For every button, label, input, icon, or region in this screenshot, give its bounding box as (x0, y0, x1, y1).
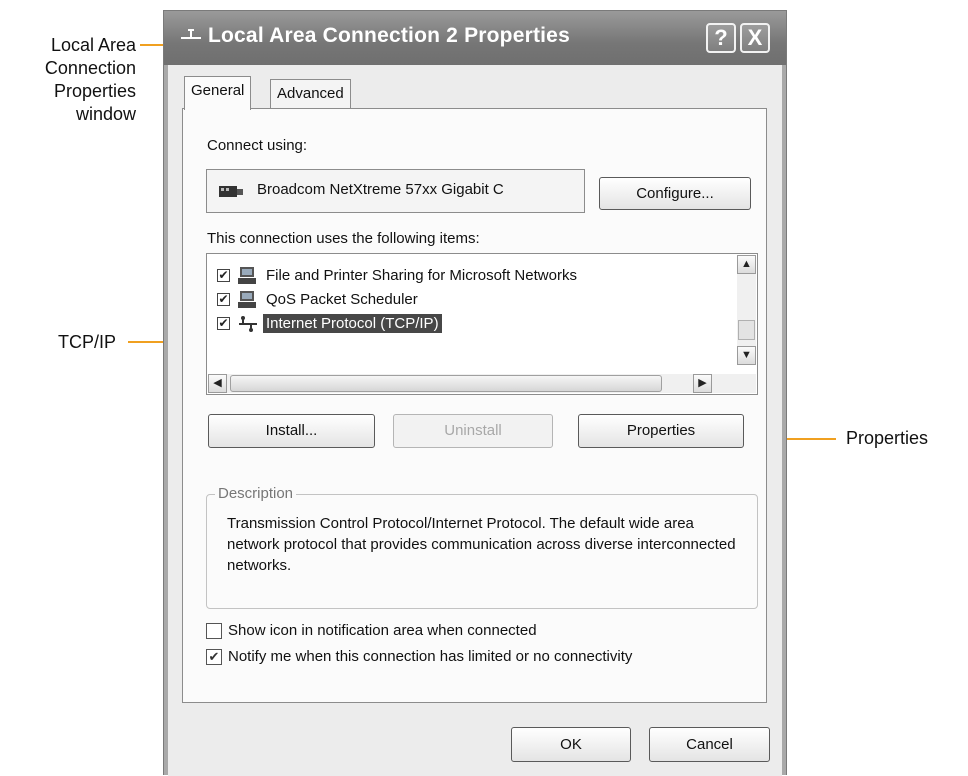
properties-button[interactable]: Properties (578, 414, 744, 448)
callout-window-label: Local Area Connection Properties window (44, 35, 136, 124)
horizontal-scroll-thumb[interactable] (230, 375, 662, 392)
description-group: Description Transmission Control Protoco… (206, 485, 758, 609)
network-connection-icon (181, 29, 201, 39)
adapter-name: Broadcom NetXtreme 57xx Gigabit C (257, 181, 504, 198)
connect-using-label: Connect using: (207, 137, 308, 154)
help-button[interactable]: ? (706, 23, 736, 53)
network-service-icon (238, 291, 256, 308)
title-bar[interactable]: Local Area Connection 2 Properties ? X (164, 11, 786, 65)
items-label: This connection uses the following items… (207, 230, 480, 247)
notify-checkbox[interactable]: ✔ (206, 649, 222, 665)
item-checkbox[interactable]: ✔ (217, 269, 230, 282)
adapter-field: Broadcom NetXtreme 57xx Gigabit C (206, 169, 585, 213)
install-button[interactable]: Install... (208, 414, 375, 448)
window-client-area: General Advanced Connect using: Broadcom… (168, 65, 782, 776)
item-checkbox[interactable]: ✔ (217, 317, 230, 330)
horizontal-scrollbar[interactable]: ◀ ▶ (208, 374, 756, 393)
description-legend: Description (215, 485, 297, 502)
protocol-icon (239, 316, 257, 332)
callout-tcpip-label: TCP/IP (58, 332, 117, 352)
network-adapter-icon (219, 186, 243, 197)
configure-button[interactable]: Configure... (599, 177, 751, 210)
tab-advanced[interactable]: Advanced (270, 79, 351, 109)
show-icon-checkbox[interactable] (206, 623, 222, 639)
notify-label: Notify me when this connection has limit… (228, 648, 633, 665)
cancel-button[interactable]: Cancel (649, 727, 770, 762)
window-title: Local Area Connection 2 Properties (208, 24, 570, 47)
item-label: Internet Protocol (TCP/IP) (263, 314, 442, 333)
scroll-right-icon[interactable]: ▶ (693, 374, 712, 393)
item-label: File and Printer Sharing for Microsoft N… (266, 267, 577, 284)
close-button[interactable]: X (740, 23, 770, 53)
network-service-icon (238, 267, 256, 284)
vertical-scroll-thumb[interactable] (738, 320, 755, 340)
tab-general[interactable]: General (184, 76, 252, 110)
help-icon: ? (714, 25, 728, 50)
item-label: QoS Packet Scheduler (266, 291, 418, 308)
close-icon: X (747, 25, 763, 50)
general-tab-panel: Connect using: Broadcom NetXtreme 57xx G… (182, 108, 767, 703)
callout-properties-label: Properties (846, 428, 929, 448)
properties-window: Local Area Connection 2 Properties ? X G… (163, 10, 787, 776)
item-checkbox[interactable]: ✔ (217, 293, 230, 306)
scroll-left-icon[interactable]: ◀ (208, 374, 227, 393)
show-icon-label: Show icon in notification area when conn… (228, 622, 537, 639)
uninstall-button[interactable]: Uninstall (393, 414, 553, 448)
scroll-down-icon[interactable]: ▼ (737, 346, 756, 365)
vertical-scrollbar[interactable]: ▲ ▼ (737, 255, 756, 365)
description-text: Transmission Control Protocol/Internet P… (227, 515, 736, 574)
scroll-up-icon[interactable]: ▲ (737, 255, 756, 274)
connection-items-list[interactable]: ✔ File and Printer Sharing for Microsoft… (206, 253, 758, 395)
ok-button[interactable]: OK (511, 727, 631, 762)
